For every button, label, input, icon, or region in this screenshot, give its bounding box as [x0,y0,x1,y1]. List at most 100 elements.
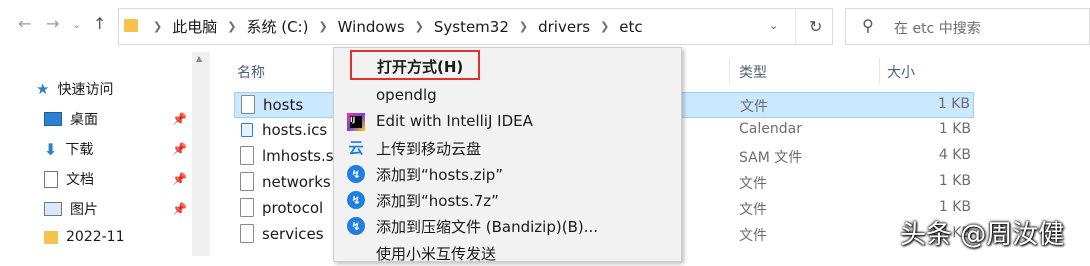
pin-icon[interactable]: 📌 [172,202,187,216]
refresh-icon[interactable]: ↻ [809,17,822,36]
file-size: 1 KB [938,173,971,189]
chevron-right-icon[interactable]: ❯ [519,20,528,33]
sidebar-item-label: 快速访问 [57,82,114,98]
sidebar-item-label: 图片 [70,202,98,218]
file-icon [240,198,254,217]
menu-item-label: opendlg [376,86,437,104]
chevron-right-icon[interactable]: ❯ [227,20,236,33]
file-name: lmhosts.sa [262,147,343,165]
menu-item-label: 上传到移动云盘 [376,140,482,158]
file-type: 文件 [739,228,767,244]
file-icon [240,172,254,191]
sidebar-item-quick-access[interactable]: ★ 快速访问 [36,79,113,99]
scroll-up-icon[interactable]: ▲ [196,54,202,63]
menu-item-label: 添加到压缩文件 (Bandizip)(B)... [376,218,599,236]
sidebar-scrollbar[interactable]: ▲ [192,52,209,256]
cloud-icon: 云 [348,139,364,157]
file-size: 1 KB [938,199,971,215]
download-icon: ⬇ [44,139,58,159]
menu-item-label: 添加到“hosts.7z” [376,192,499,210]
recent-dropdown-icon[interactable]: ⌄ [72,18,81,31]
watermark: 头条 @周汝健 [900,220,1065,250]
sidebar-item-documents[interactable]: 文档 [44,169,94,189]
intellij-icon: IJ [347,113,365,131]
file-type: 文件 [739,202,767,218]
file-icon [241,95,255,114]
address-dropdown-icon[interactable]: ⌄ [769,19,778,32]
chevron-right-icon[interactable]: ❯ [318,20,327,33]
sidebar-item-label: 桌面 [70,112,98,128]
address-bar[interactable]: ❯ 此电脑 ❯ 系统 (C:) ❯ Windows ❯ System32 ❯ d… [118,8,833,45]
column-header-size[interactable]: 大小 [887,62,915,82]
menu-item-open-with[interactable]: 打开方式(H) [350,50,480,80]
menu-item-add-zip[interactable]: ↯ 添加到“hosts.zip” [334,161,681,187]
menu-item-label: 使用小米互传发送 [376,245,497,263]
pin-icon[interactable]: 📌 [172,142,187,156]
sidebar-item-downloads[interactable]: ⬇ 下载 [44,139,93,159]
file-size: 4 KB [938,147,971,163]
sidebar-item-label: 2022-11 [66,229,125,245]
file-size: 1 KB [937,96,970,112]
chevron-right-icon[interactable]: ❯ [600,20,609,33]
file-size: 1 KB [938,121,971,137]
up-icon[interactable]: ↑ [93,14,106,33]
file-type: SAM 文件 [739,150,803,166]
menu-item-opendlg[interactable]: opendlg [334,83,681,109]
breadcrumb-item[interactable]: 此电脑 [172,16,217,37]
menu-item-add-7z[interactable]: ↯ 添加到“hosts.7z” [334,187,681,213]
folder-icon [124,19,138,32]
file-name: services [262,225,324,243]
chevron-right-icon[interactable]: ❯ [415,20,424,33]
file-icon [240,224,254,243]
breadcrumb-item[interactable]: etc [619,18,642,36]
sidebar-item-pictures[interactable]: 图片 [44,199,98,219]
back-icon[interactable]: ← [18,14,31,33]
search-icon: ⚲ [862,16,874,35]
desktop-icon [44,112,62,126]
bandizip-icon: ↯ [347,165,365,183]
search-box[interactable]: ⚲ 在 etc 中搜索 [845,8,1090,45]
breadcrumb-item[interactable]: drivers [538,18,590,36]
document-icon [44,170,58,188]
file-name: hosts [263,96,304,114]
sidebar-item-folder-2022-11[interactable]: 2022-11 [44,229,125,245]
menu-item-add-archive[interactable]: ↯ 添加到压缩文件 (Bandizip)(B)... [334,213,681,239]
menu-item-label: Edit with IntelliJ IDEA [376,112,533,130]
bandizip-icon: ↯ [347,217,365,235]
menu-item-edit-intellij[interactable]: IJ Edit with IntelliJ IDEA [334,109,681,135]
file-type: 文件 [739,176,767,192]
menu-item-label: 添加到“hosts.zip” [376,166,504,184]
sidebar-item-label: 文档 [66,172,94,188]
forward-icon[interactable]: → [46,14,59,33]
star-icon: ★ [36,80,50,98]
breadcrumb-item[interactable]: 系统 (C:) [246,16,308,37]
divider [209,52,210,256]
chevron-right-icon[interactable]: ❯ [153,20,162,33]
menu-item-label: 打开方式(H) [377,58,464,76]
file-type: Calendar [739,121,802,137]
file-icon [240,146,254,165]
menu-item-upload-cloud[interactable]: 云 上传到移动云盘 [334,135,681,161]
divider [729,58,730,84]
breadcrumb-item[interactable]: Windows [338,18,405,36]
breadcrumb-item[interactable]: System32 [434,18,509,36]
file-type: 文件 [740,99,768,115]
column-header-type[interactable]: 类型 [739,62,767,82]
context-menu: 打开方式(H) opendlg IJ Edit with IntelliJ ID… [333,47,682,263]
menu-item-xiaomi-share[interactable]: 使用小米互传发送 [334,240,681,266]
pin-icon[interactable]: 📌 [172,172,187,186]
calendar-file-icon [241,123,253,137]
divider [795,9,796,44]
pin-icon[interactable]: 📌 [172,112,187,126]
search-input[interactable]: 在 etc 中搜索 [894,18,981,38]
sidebar-item-label: 下载 [65,142,94,158]
sidebar-item-desktop[interactable]: 桌面 [44,109,98,129]
bandizip-icon: ↯ [347,191,365,209]
file-name: hosts.ics [262,121,328,139]
picture-icon [44,202,62,216]
breadcrumb: ❯ 此电脑 ❯ 系统 (C:) ❯ Windows ❯ System32 ❯ d… [143,9,643,44]
column-header-name[interactable]: 名称 [237,62,265,82]
file-name: networks [262,173,331,191]
file-name: protocol [262,199,324,217]
folder-icon [44,230,58,244]
